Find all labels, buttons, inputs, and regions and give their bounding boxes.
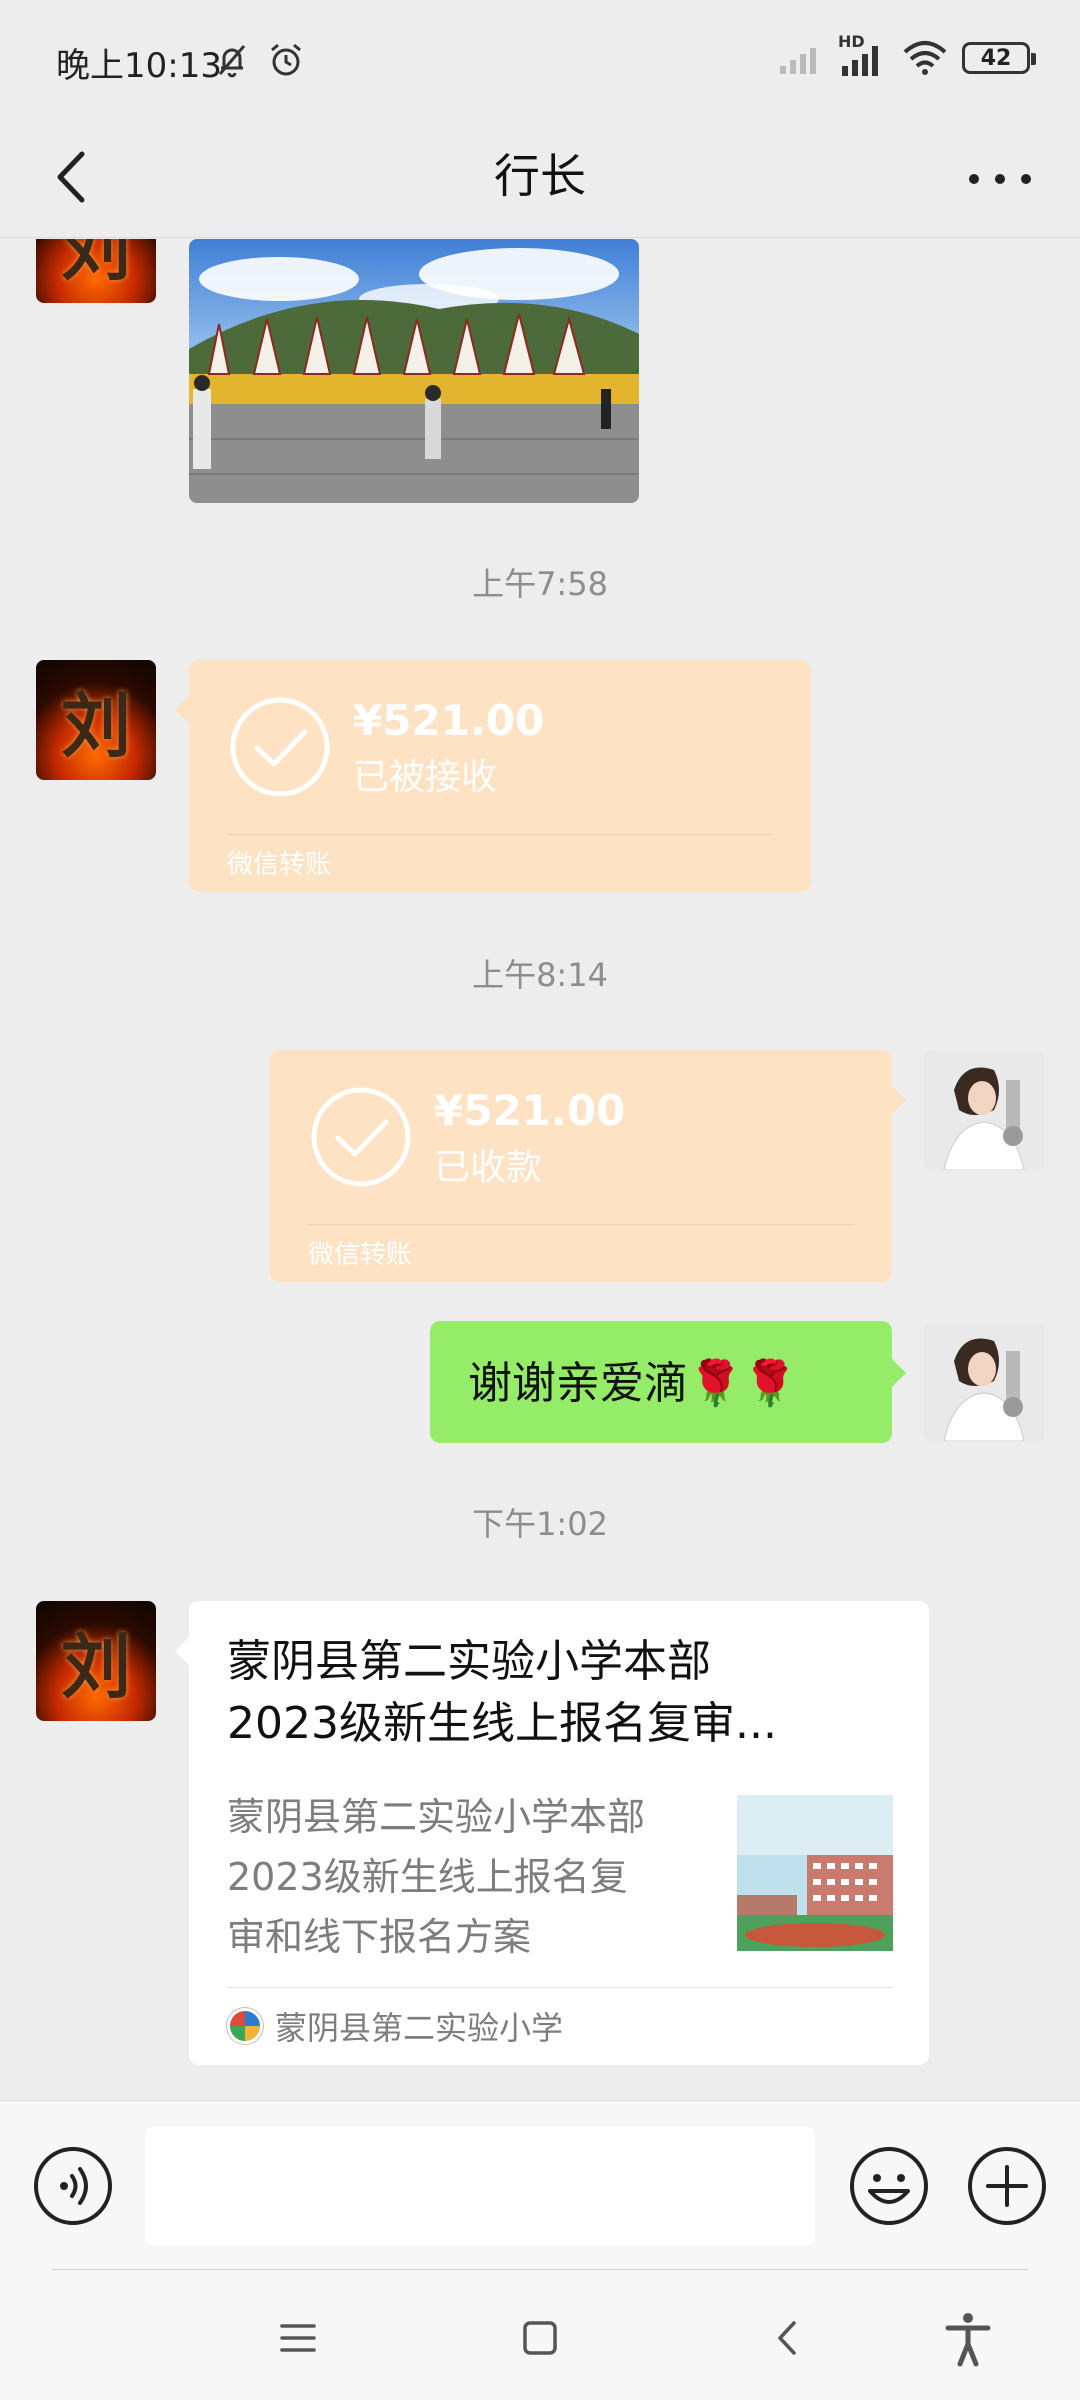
link-source: 蒙阴县第二实验小学 [227, 2003, 563, 2049]
accessibility-icon[interactable] [938, 2308, 998, 2368]
status-icons-left [212, 40, 306, 80]
timestamp: 下午1:02 [472, 1505, 608, 1543]
divider [227, 1987, 893, 1988]
timestamp: 上午7:58 [472, 565, 608, 603]
link-card-message[interactable]: 蒙阴县第二实验小学本部 2023级新生线上报名复审... 蒙阴县第二实验小学本部… [175, 1601, 929, 2065]
photo-image [189, 239, 639, 503]
transfer-message-received[interactable]: ¥521.00 已被接收 微信转账 [175, 660, 811, 892]
timestamp: 上午8:14 [472, 956, 608, 994]
school-logo-icon [227, 2008, 263, 2044]
transfer-state: 已被接收 [353, 757, 498, 798]
contact-avatar[interactable]: 刘 [36, 660, 156, 780]
transfer-brand: 微信转账 [308, 1240, 413, 1270]
status-time: 晚上10:13 [56, 46, 222, 86]
photo-message[interactable] [189, 239, 639, 503]
link-description: 蒙阴县第二实验小学本部 2023级新生线上报名复 审和线下报名方案 [227, 1795, 646, 1959]
chat-messages[interactable]: 刘 上午7:58 刘 ¥521.00 已被接收 微信转账 上午8:14 ¥521… [0, 239, 1080, 2100]
system-navigation-bar [0, 2270, 1080, 2400]
divider [308, 1224, 854, 1225]
transfer-message-sent[interactable]: ¥521.00 已收款 微信转账 [270, 1050, 906, 1282]
my-avatar[interactable] [924, 1321, 1044, 1441]
divider [227, 834, 773, 835]
home-icon[interactable] [510, 2308, 570, 2368]
check-circle-icon [311, 1087, 411, 1187]
menu-icon[interactable] [268, 2308, 328, 2368]
message-text: 谢谢亲爱滴🌹🌹 [468, 1358, 798, 1409]
input-bar [0, 2100, 1080, 2271]
chat-title: 行长 [494, 149, 586, 203]
check-circle-icon [230, 697, 330, 797]
voice-icon[interactable] [32, 2145, 114, 2227]
link-title: 蒙阴县第二实验小学本部 2023级新生线上报名复审... [227, 1636, 777, 1749]
alarm-icon [271, 43, 301, 76]
text-message-sent[interactable]: 谢谢亲爱滴🌹🌹 [430, 1321, 906, 1443]
link-thumbnail [737, 1795, 893, 1951]
transfer-brand: 微信转账 [227, 850, 332, 880]
chat-header: 行长 [0, 120, 1080, 238]
my-avatar[interactable] [924, 1050, 1044, 1170]
wifi-icon [903, 41, 947, 75]
avatar-image [924, 1321, 1044, 1441]
back-icon[interactable] [758, 2308, 818, 2368]
avatar-image [924, 1050, 1044, 1170]
link-source-name: 蒙阴县第二实验小学 [275, 2009, 564, 2047]
signal-1-icon [780, 48, 816, 74]
message-input[interactable] [145, 2127, 815, 2245]
contact-avatar[interactable]: 刘 [36, 239, 156, 303]
transfer-state: 已收款 [434, 1147, 543, 1188]
battery-indicator: 42 [962, 42, 1036, 74]
status-bar: 晚上10:13 HD 42 [0, 0, 1080, 120]
battery-level: 42 [980, 45, 1012, 71]
signal-2-icon: HD [838, 32, 888, 78]
plus-icon[interactable] [966, 2145, 1048, 2227]
contact-avatar[interactable]: 刘 [36, 1601, 156, 1721]
transfer-amount: ¥521.00 [434, 1086, 626, 1135]
more-icon[interactable] [960, 144, 1040, 214]
mute-bell-icon [218, 45, 246, 78]
status-icons-right: HD 42 [778, 32, 1036, 78]
transfer-amount: ¥521.00 [353, 696, 545, 745]
emoji-icon[interactable] [848, 2145, 930, 2227]
